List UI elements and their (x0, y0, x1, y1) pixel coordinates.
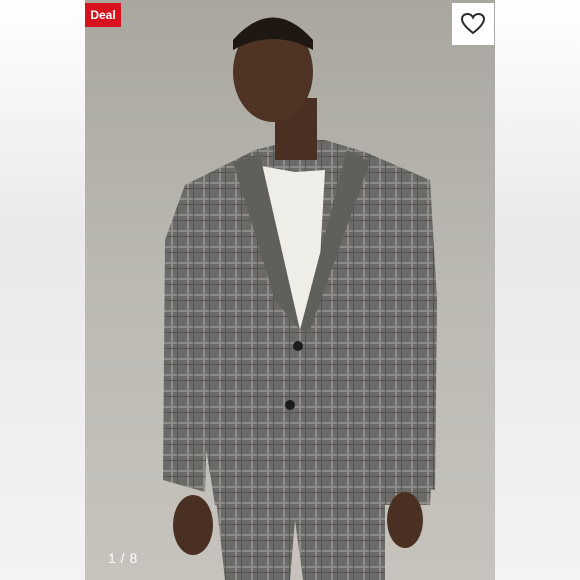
image-counter: 1 / 8 (108, 550, 138, 566)
heart-outline-icon (460, 12, 486, 35)
like-button[interactable] (452, 3, 494, 45)
product-image-viewer: Deal 1 / 8 (0, 0, 580, 580)
deal-badge: Deal (85, 3, 121, 27)
image-margin-right (495, 0, 580, 580)
image-margin-left (0, 0, 85, 580)
product-photo[interactable] (85, 0, 495, 580)
